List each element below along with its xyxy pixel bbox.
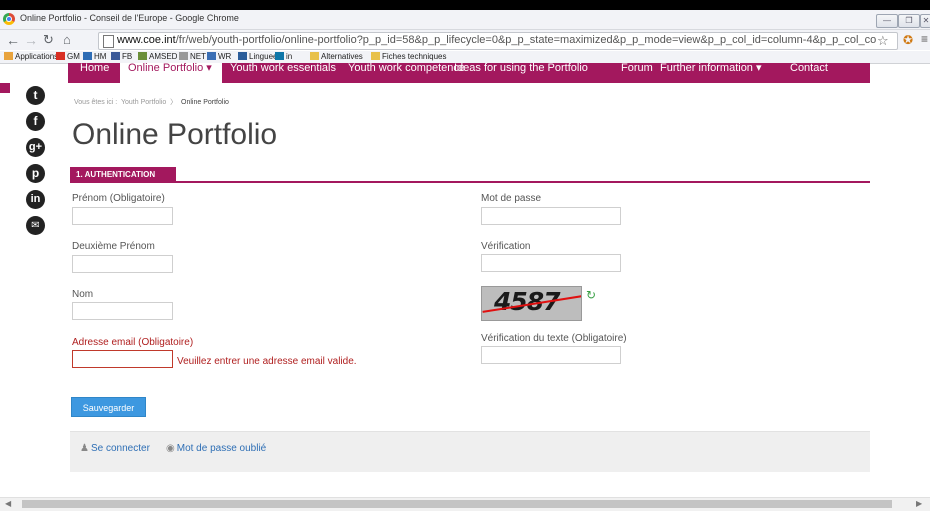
bookmark-icon	[4, 52, 13, 60]
window-titlebar: Online Portfolio - Conseil de l'Europe -…	[0, 10, 930, 30]
nav-item-online-portfolio[interactable]: Online Portfolio ▾	[120, 63, 222, 83]
verification-label: Vérification	[481, 241, 531, 252]
bookmark-icon	[83, 52, 92, 60]
login-footer: ♟ Se connecter ◉ Mot de passe oublié	[70, 431, 870, 472]
bookmark-icon	[111, 52, 120, 60]
verification-texte-label: Vérification du texte (Obligatoire)	[481, 333, 627, 344]
scroll-left-icon[interactable]: ◀	[5, 499, 11, 508]
bookmark-icon	[138, 52, 147, 60]
nom-label: Nom	[72, 289, 94, 300]
bookmark-label: NET	[190, 52, 206, 61]
section-divider	[70, 181, 870, 183]
verification-texte-input[interactable]	[481, 346, 621, 364]
deuxieme-prenom-input[interactable]	[72, 255, 173, 273]
bookmark-label: HM	[94, 52, 107, 61]
nav-item-home[interactable]: Home	[80, 63, 109, 83]
nav-item-youth-work-essentials[interactable]: Youth work essentials	[230, 63, 336, 83]
forward-icon[interactable]: →	[24, 32, 38, 48]
extension-icon[interactable]: ✪	[903, 33, 913, 47]
user-icon: ♟	[80, 443, 89, 454]
bookmark-icon	[238, 52, 247, 60]
social-accent	[0, 83, 10, 93]
speech-bubble-icon: ◉	[166, 443, 175, 454]
bookmark-applications[interactable]: Applications	[4, 51, 58, 63]
breadcrumb-separator: 〉	[170, 99, 178, 106]
bookmark-label: FB	[122, 52, 133, 61]
nav-item-contact[interactable]: Contact	[790, 63, 828, 83]
nav-item-youth-work-competence[interactable]: Youth work competence	[348, 63, 465, 83]
home-icon[interactable]: ⌂	[63, 32, 71, 48]
twitter-icon[interactable]: t	[26, 86, 45, 105]
bookmark-label: WR	[218, 52, 232, 61]
bookmark-icon	[371, 52, 380, 60]
address-bar[interactable]: www.coe.int/fr/web/youth-portfolio/onlin…	[98, 32, 898, 50]
nav-item-ideas-for-using-the-portfolio[interactable]: Ideas for using the Portfolio	[454, 63, 588, 83]
email-error-message: Veuillez entrer une adresse email valide…	[177, 356, 357, 367]
prenom-label: Prénom (Obligatoire)	[72, 193, 165, 204]
close-button[interactable]: ✕	[920, 14, 930, 28]
breadcrumb-youth-portfolio[interactable]: Youth Portfolio	[121, 99, 166, 106]
refresh-captcha-icon[interactable]: ↻	[586, 288, 596, 302]
bookmark-icon	[56, 52, 65, 60]
forgot-password-label: Mot de passe oublié	[176, 443, 267, 454]
login-link-label: Se connecter	[90, 443, 150, 454]
mot-de-passe-label: Mot de passe	[481, 193, 542, 204]
chrome-menu-icon[interactable]: ≡	[921, 32, 928, 46]
nav-item-further-information[interactable]: Further information ▾	[660, 63, 762, 83]
scrollbar-thumb[interactable]	[22, 500, 892, 508]
bookmark-label: GM	[67, 52, 80, 61]
minimize-button[interactable]: —	[876, 14, 898, 28]
captcha-image: 4587	[481, 286, 582, 321]
mot-de-passe-input[interactable]	[481, 207, 621, 225]
email-label: Adresse email (Obligatoire)	[72, 337, 194, 348]
bookmark-star-icon[interactable]: ☆	[877, 33, 889, 49]
breadcrumb: Vous êtes ici : Youth Portfolio 〉 Online…	[74, 97, 229, 107]
section-tab: 1. AUTHENTICATION	[70, 167, 176, 183]
save-button[interactable]: Sauvegarder	[71, 397, 146, 417]
bookmark-label: Applications	[15, 52, 59, 61]
bookmark-label: AMSED	[149, 52, 178, 61]
bookmark-icon	[207, 52, 216, 60]
nav-item-forum[interactable]: Forum	[621, 63, 653, 83]
chrome-icon	[3, 13, 15, 25]
breadcrumb-prefix: Vous êtes ici :	[74, 99, 118, 106]
breadcrumb-current: Online Portfolio	[181, 99, 229, 106]
bookmark-label: Alternatives	[321, 52, 363, 61]
page-icon	[103, 35, 114, 48]
reload-icon[interactable]: ↻	[43, 32, 54, 48]
page-title: Online Portfolio	[72, 118, 278, 151]
bookmark-label: Linguee	[249, 52, 278, 61]
forgot-password-link[interactable]: ◉ Mot de passe oublié	[166, 443, 266, 454]
nav-active-label: Online Portfolio ▾	[128, 62, 212, 74]
pinterest-icon[interactable]: p	[26, 164, 45, 183]
google-plus-icon[interactable]: g+	[26, 138, 45, 157]
bookmark-icon	[275, 52, 284, 60]
prenom-input[interactable]	[72, 207, 173, 225]
scroll-right-icon[interactable]: ▶	[916, 499, 922, 508]
restore-button[interactable]: ❒	[898, 14, 920, 28]
email-icon[interactable]: ✉	[26, 216, 45, 235]
facebook-icon[interactable]: f	[26, 112, 45, 131]
bookmark-label: Fiches techniques	[382, 52, 447, 61]
bookmark-gm[interactable]: GM	[56, 51, 80, 63]
login-link[interactable]: ♟ Se connecter	[80, 443, 150, 454]
url-text[interactable]: www.coe.int/fr/web/youth-portfolio/onlin…	[117, 34, 876, 46]
browser-toolbar: ← → ↻ ⌂ www.coe.int/fr/web/youth-portfol…	[0, 30, 930, 50]
verification-input[interactable]	[481, 254, 621, 272]
window-top-strip	[0, 0, 930, 10]
email-input[interactable]	[72, 350, 173, 368]
linkedin-icon[interactable]: in	[26, 190, 45, 209]
bookmark-label: in	[286, 52, 293, 61]
nom-input[interactable]	[72, 302, 173, 320]
window-title: Online Portfolio - Conseil de l'Europe -…	[20, 13, 239, 23]
back-icon[interactable]: ←	[6, 32, 20, 48]
deuxieme-prenom-label: Deuxième Prénom	[72, 241, 155, 252]
bookmark-icon	[179, 52, 188, 60]
bookmark-icon	[310, 52, 319, 60]
